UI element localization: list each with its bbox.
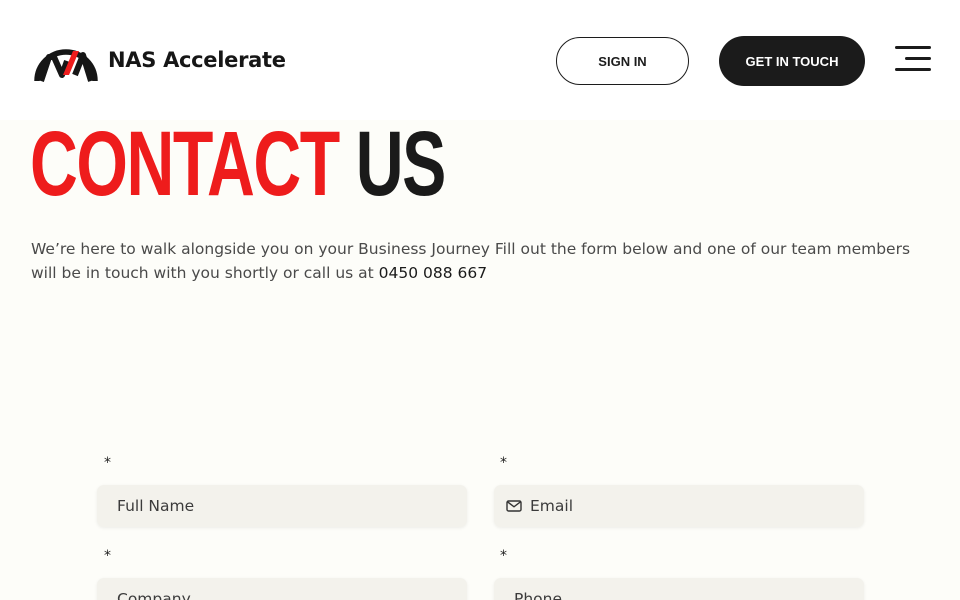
email-field	[494, 485, 864, 527]
email-required-marker: *	[500, 455, 507, 471]
mail-icon	[506, 500, 522, 512]
sign-in-button[interactable]: SIGN IN	[556, 37, 689, 85]
page-title-us: US	[355, 113, 447, 215]
full-name-field	[97, 485, 467, 527]
company-required-marker: *	[104, 548, 111, 564]
full-name-input[interactable]	[97, 485, 467, 527]
nas-logo-icon	[34, 49, 98, 82]
phone-required-marker: *	[500, 548, 507, 564]
company-input[interactable]	[97, 578, 467, 600]
intro-paragraph: We’re here to walk alongside you on your…	[31, 237, 931, 285]
page-title-contact: CONTACT	[30, 113, 340, 215]
phone-input[interactable]	[494, 578, 864, 600]
hamburger-menu-icon[interactable]	[893, 44, 931, 74]
email-input[interactable]	[522, 485, 864, 527]
logo[interactable]: NAS Accelerate	[33, 37, 286, 83]
phone-number[interactable]: 0450 088 667	[379, 264, 487, 282]
logo-text: NAS Accelerate	[108, 48, 286, 72]
page-title: CONTACT US	[30, 118, 446, 210]
company-field	[97, 578, 467, 600]
full-name-required-marker: *	[104, 455, 111, 471]
phone-field	[494, 578, 864, 600]
site-header: NAS Accelerate SIGN IN GET IN TOUCH	[0, 0, 960, 120]
get-in-touch-button[interactable]: GET IN TOUCH	[719, 36, 865, 86]
